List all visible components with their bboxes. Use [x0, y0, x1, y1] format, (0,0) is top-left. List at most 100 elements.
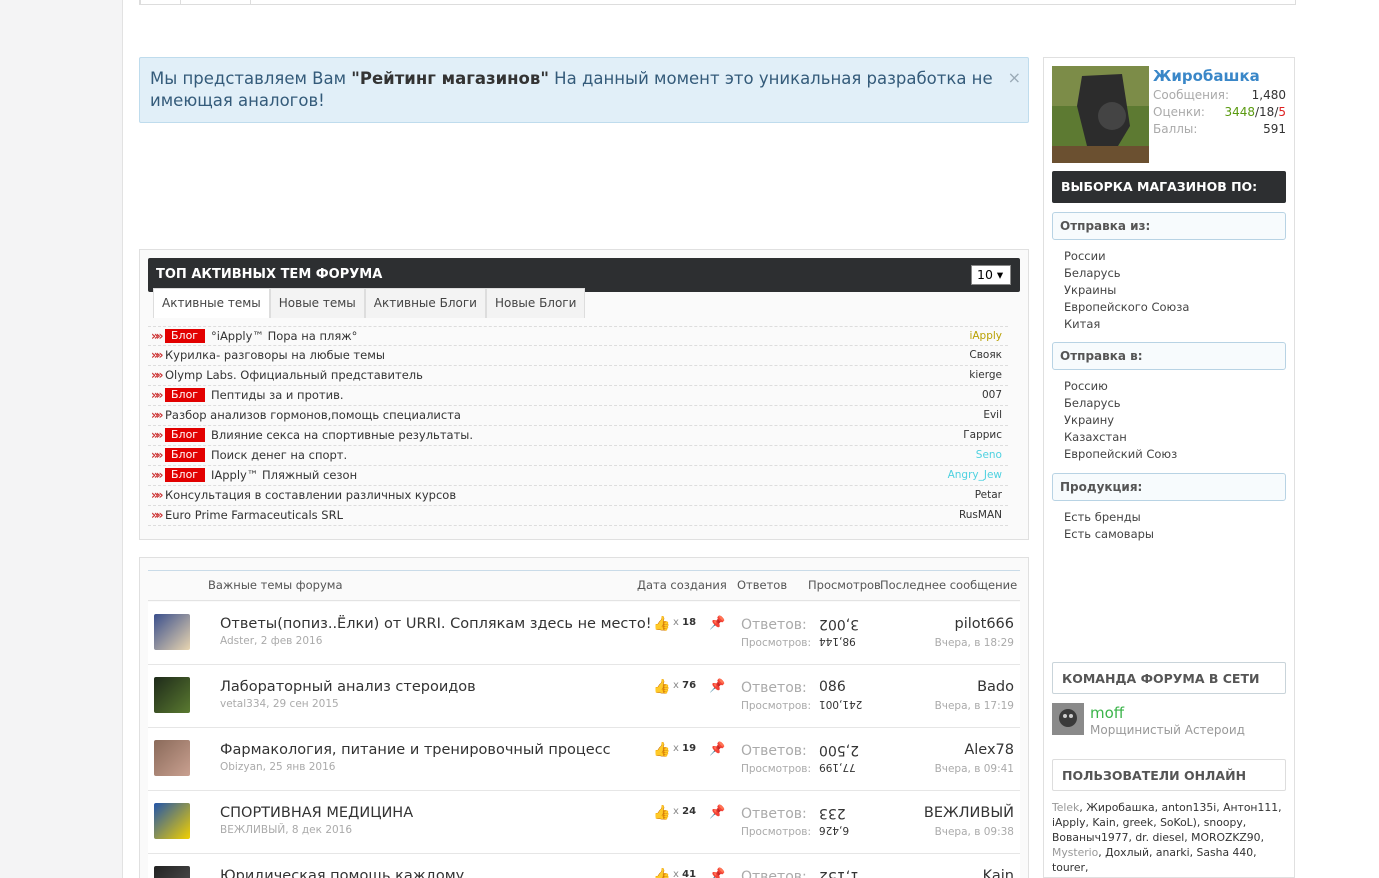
tab-1[interactable]: Активные темы — [153, 288, 270, 318]
user-avatar[interactable] — [1052, 66, 1149, 163]
blog-badge: Блог — [165, 428, 205, 442]
topic-title[interactable]: Разбор анализов гормонов,помощь специали… — [165, 406, 461, 425]
topic-title[interactable]: IApply™ Пляжный сезон — [211, 466, 357, 485]
filter-link[interactable]: Россию — [1064, 379, 1108, 393]
online-user-link[interactable]: Антон111 — [1223, 801, 1278, 814]
topic-title[interactable]: Olymp Labs. Официальный представитель — [165, 366, 423, 385]
double-chevron-right-icon: »» — [151, 329, 163, 343]
filter-link[interactable]: Есть самовары — [1064, 527, 1154, 541]
user-name[interactable]: Жиробашка — [1153, 67, 1260, 85]
online-user-link[interactable]: Дохлый — [1105, 846, 1149, 859]
online-user-link[interactable]: Жиробашка — [1086, 801, 1154, 814]
topic-title[interactable]: Влияние секса на спортивные результаты. — [211, 426, 473, 445]
filter-link[interactable]: Китая — [1064, 317, 1100, 331]
filter-ship-from[interactable]: Отправка из: — [1052, 212, 1286, 240]
online-user-link[interactable]: greek — [1123, 816, 1154, 829]
online-user-link[interactable]: anarki — [1156, 846, 1190, 859]
topic-author[interactable]: 007 — [982, 386, 1002, 405]
tab-3[interactable]: Активные Блоги — [364, 288, 486, 318]
online-user-link[interactable]: anton135i — [1161, 801, 1216, 814]
last-post-user[interactable]: Kain — [983, 868, 1014, 878]
thread-title[interactable]: СПОРТИВНАЯ МЕДИЦИНА — [220, 805, 413, 821]
table-row[interactable]: Лабораторный анализ стероидов vetal334, 2… — [148, 665, 1020, 728]
avatar[interactable] — [154, 866, 190, 878]
double-chevron-right-icon: »» — [151, 388, 163, 402]
col-last[interactable]: Последнее сообщение — [880, 570, 1017, 600]
topic-author[interactable]: Свояк — [969, 346, 1002, 365]
topic-author[interactable]: Petar — [975, 486, 1002, 505]
filter-link[interactable]: Беларусь — [1064, 266, 1121, 280]
table-row[interactable]: Юридическая помощь каждому 👍 x 41 📌 Ответов:… — [148, 854, 1020, 878]
topic-author[interactable]: Гаррис — [963, 426, 1002, 445]
last-post-user[interactable]: Bado — [977, 679, 1014, 695]
tab-2[interactable]: Новые темы — [269, 288, 365, 318]
filter-link[interactable]: Европейского Союза — [1064, 300, 1189, 314]
topic-author[interactable]: Angry_Jew — [948, 466, 1002, 485]
topic-row[interactable]: »» Блог Поиск денег на спорт. Seno — [148, 446, 1008, 466]
topic-title[interactable]: Курилка- разговоры на любые темы — [165, 346, 385, 365]
online-user-link[interactable]: Вованыч1977 — [1052, 831, 1128, 844]
thread-title[interactable]: Лабораторный анализ стероидов — [220, 679, 476, 695]
topic-row[interactable]: »» Блог °iApply™ Пора на пляж° iApply — [148, 326, 1008, 346]
online-user-link[interactable]: SoKoL) — [1160, 816, 1197, 829]
avatar[interactable] — [154, 614, 190, 650]
col-title[interactable]: Важные темы форума — [208, 570, 343, 600]
close-icon[interactable]: × — [1008, 67, 1021, 89]
col-views[interactable]: Просмотров — [808, 570, 881, 600]
table-row[interactable]: Фармакология, питание и тренировочный пр… — [148, 728, 1020, 791]
topic-author[interactable]: kierge — [969, 366, 1002, 385]
topic-row[interactable]: »» Olymp Labs. Официальный представитель k… — [148, 366, 1008, 386]
online-user-link[interactable]: tourer — [1052, 861, 1085, 874]
thread-title[interactable]: Фармакология, питание и тренировочный пр… — [220, 742, 611, 758]
filter-ship-to[interactable]: Отправка в: — [1052, 342, 1286, 370]
last-post-user[interactable]: pilot666 — [955, 616, 1015, 632]
team-member-name[interactable]: moff — [1090, 704, 1124, 722]
online-user-link[interactable]: Kain — [1092, 816, 1115, 829]
topic-title[interactable]: Пептиды за и против. — [211, 386, 344, 405]
topic-author[interactable]: Evil — [983, 406, 1002, 425]
topic-row[interactable]: »» Euro Prime Farmaceuticals SRL RusMAN — [148, 506, 1008, 526]
online-user-link[interactable]: Sasha 440 — [1197, 846, 1254, 859]
tab-4[interactable]: Новые Блоги — [485, 288, 586, 318]
avatar[interactable] — [154, 677, 190, 713]
topic-author[interactable]: Seno — [976, 446, 1002, 465]
filter-link[interactable]: Есть бренды — [1064, 510, 1141, 524]
online-user-link[interactable]: MOROZKZ90 — [1191, 831, 1260, 844]
filter-link[interactable]: Украину — [1064, 413, 1114, 427]
last-post-user[interactable]: Alex78 — [964, 742, 1014, 758]
online-user-link[interactable]: iApply — [1052, 816, 1085, 829]
col-replies[interactable]: Ответов — [737, 570, 787, 600]
online-user-link[interactable]: snoopy — [1204, 816, 1243, 829]
topic-row[interactable]: »» Блог Влияние секса на спортивные резуль… — [148, 426, 1008, 446]
topic-row[interactable]: »» Разбор анализов гормонов,помощь специа… — [148, 406, 1008, 426]
topic-title[interactable]: Euro Prime Farmaceuticals SRL — [165, 506, 343, 525]
online-user-link[interactable]: dr. diesel — [1135, 831, 1184, 844]
online-user-link[interactable]: Mysterio — [1052, 846, 1098, 859]
avatar[interactable] — [154, 803, 190, 839]
topic-row[interactable]: »» Курилка- разговоры на любые темы Свояк — [148, 346, 1008, 366]
filter-link[interactable]: России — [1064, 249, 1106, 263]
topic-row[interactable]: »» Консультация в составлении различных к… — [148, 486, 1008, 506]
thread-title[interactable]: Ответы(попиз..Ёлки) от URRI. Соплякам зд… — [220, 616, 652, 632]
filter-link[interactable]: Европейский Союз — [1064, 447, 1177, 461]
topic-title[interactable]: Поиск денег на спорт. — [211, 446, 347, 465]
avatar[interactable] — [154, 740, 190, 776]
topics-count-select[interactable]: 10 ▾ — [971, 265, 1011, 285]
table-row[interactable]: Ответы(попиз..Ёлки) от URRI. Соплякам зд… — [148, 602, 1020, 665]
last-post-user[interactable]: ВЕЖЛИВЫЙ — [924, 805, 1014, 821]
table-row[interactable]: СПОРТИВНАЯ МЕДИЦИНА ВЕЖЛИВЫЙ, 8 дек 2016 👍… — [148, 791, 1020, 854]
filter-link[interactable]: Беларусь — [1064, 396, 1121, 410]
col-date[interactable]: Дата создания — [637, 570, 727, 600]
filter-link[interactable]: Украины — [1064, 283, 1116, 297]
topic-row[interactable]: »» Блог IApply™ Пляжный сезон Angry_Jew — [148, 466, 1008, 486]
topic-author[interactable]: RusMAN — [959, 506, 1002, 525]
topic-title[interactable]: °iApply™ Пора на пляж° — [211, 327, 357, 346]
online-user-link[interactable]: Telek — [1052, 801, 1079, 814]
filter-products[interactable]: Продукция: — [1052, 473, 1286, 501]
filter-link[interactable]: Казахстан — [1064, 430, 1127, 444]
topic-author[interactable]: iApply — [969, 327, 1002, 346]
topic-title[interactable]: Консультация в составлении различных кур… — [165, 486, 456, 505]
topic-row[interactable]: »» Блог Пептиды за и против. 007 — [148, 386, 1008, 406]
team-member-avatar[interactable] — [1052, 703, 1084, 735]
thread-title[interactable]: Юридическая помощь каждому — [220, 868, 464, 878]
